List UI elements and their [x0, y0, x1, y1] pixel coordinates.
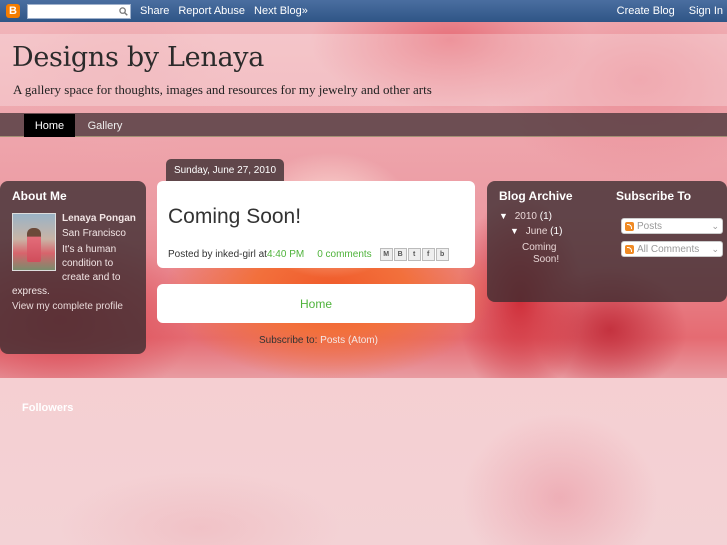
feed-icon [625, 244, 634, 254]
post-date-header: Sunday, June 27, 2010 [166, 159, 284, 181]
search-input[interactable] [27, 3, 131, 19]
lower-background [0, 378, 727, 545]
blog-description: A gallery space for thoughts, images and… [13, 82, 432, 97]
buzz-icon[interactable]: b [435, 248, 449, 261]
archive-month-count: (1) [550, 226, 563, 237]
about-me-title: About Me [12, 189, 67, 203]
archive-year-link[interactable]: 2010 [515, 211, 537, 222]
view-profile-link[interactable]: View my complete profile [12, 301, 123, 312]
photo-spacer [12, 243, 62, 285]
next-blog-link[interactable]: Next Blog» [254, 5, 308, 17]
subscribe-posts-button[interactable]: Posts ⌄ [621, 218, 723, 234]
twitter-icon[interactable]: t [407, 248, 421, 261]
report-abuse-link[interactable]: Report Abuse [178, 5, 245, 17]
subscribe-label: Subscribe to: [259, 335, 321, 346]
post-author: Posted by inked-girl at [168, 249, 267, 260]
subscribe-to-title: Subscribe To [616, 189, 692, 203]
subscribe-comments-label: All Comments [637, 243, 700, 255]
blog-pager: Home [157, 284, 475, 323]
facebook-icon[interactable]: f [421, 248, 435, 261]
share-buttons: M B t f b [379, 248, 450, 261]
archive-month-link[interactable]: June [526, 226, 548, 237]
email-icon[interactable]: M [379, 248, 393, 261]
post-time-link[interactable]: 4:40 PM [267, 249, 304, 260]
blog-title[interactable]: Designs by Lenaya [12, 42, 264, 73]
archive-post-link-cont[interactable]: Soon! [533, 254, 559, 265]
subscribe-comments-button[interactable]: All Comments ⌄ [621, 241, 723, 257]
followers-title: Followers [22, 402, 74, 414]
search-icon[interactable] [119, 6, 128, 16]
archive-subscribe-widget: Blog Archive Subscribe To ▼ 2010 (1) ▼ J… [487, 181, 727, 302]
profile-name[interactable]: Lenaya Pongan [62, 213, 136, 224]
profile-bio-container: It's a human condition to create and to … [12, 243, 140, 299]
blogger-logo-icon[interactable]: B [6, 4, 20, 18]
about-me-widget: About Me Lenaya Pongan San Francisco It'… [0, 181, 146, 354]
navbar-right: Create Blog Sign In [607, 5, 727, 17]
blog-archive-title: Blog Archive [499, 189, 573, 203]
expand-triangle-icon[interactable]: ▼ [499, 211, 508, 221]
feed-icon [625, 221, 634, 231]
tab-home[interactable]: Home [24, 114, 75, 137]
page-tabs: Home Gallery [0, 113, 727, 137]
share-link[interactable]: Share [140, 5, 169, 17]
post-title: Coming Soon! [168, 205, 302, 228]
blogthis-icon[interactable]: B [393, 248, 407, 261]
expand-triangle-icon[interactable]: ▼ [510, 226, 519, 236]
blog-header: Designs by Lenaya A gallery space for th… [0, 34, 727, 106]
feed-links: Subscribe to: Posts (Atom) [259, 335, 378, 346]
profile-location: San Francisco [62, 228, 126, 239]
posts-atom-link[interactable]: Posts (Atom) [320, 335, 378, 346]
subscribe-posts-label: Posts [637, 220, 663, 232]
sign-in-link[interactable]: Sign In [689, 5, 723, 17]
archive-year-count: (1) [539, 211, 552, 222]
home-link[interactable]: Home [300, 297, 332, 311]
archive-month-row: ▼ June (1) [510, 226, 562, 237]
chevron-down-icon: ⌄ [711, 220, 719, 231]
archive-post-link[interactable]: Coming [522, 242, 556, 253]
post-footer: Posted by inked-girl at 4:40 PM 0 commen… [168, 248, 450, 261]
tab-gallery[interactable]: Gallery [80, 114, 130, 137]
post-card: Coming Soon! Posted by inked-girl at 4:4… [157, 181, 475, 268]
archive-year-row: ▼ 2010 (1) [499, 211, 552, 222]
create-blog-link[interactable]: Create Blog [617, 5, 675, 17]
blogger-navbar: B Share Report Abuse Next Blog» Create B… [0, 0, 727, 22]
comments-link[interactable]: 0 comments [317, 249, 371, 260]
chevron-down-icon: ⌄ [711, 243, 719, 254]
